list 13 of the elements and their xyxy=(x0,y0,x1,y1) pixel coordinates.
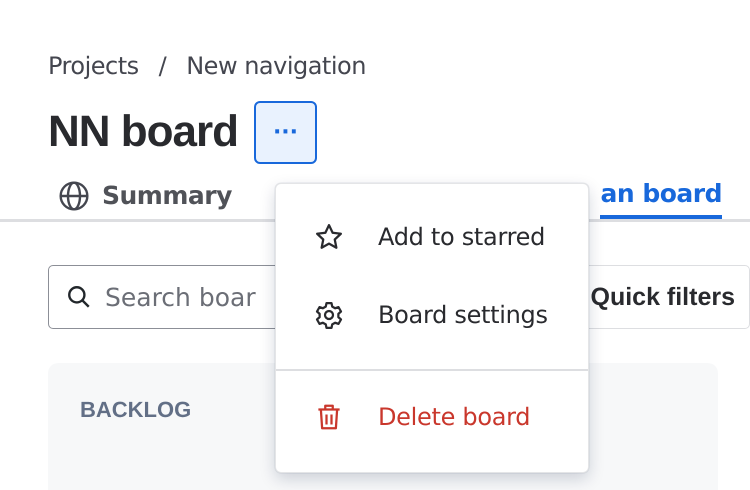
breadcrumb-link[interactable]: Projects xyxy=(48,52,139,80)
globe-icon xyxy=(58,180,90,212)
breadcrumb-separator: / xyxy=(158,52,166,80)
search-icon xyxy=(66,284,92,310)
breadcrumb-link[interactable]: New navigation xyxy=(186,52,366,80)
column-title: BACKLOG xyxy=(80,397,192,422)
tab[interactable]: an board xyxy=(600,172,722,219)
star-icon xyxy=(314,222,344,252)
board-title: NN board xyxy=(48,107,238,157)
settings-icon xyxy=(314,300,344,330)
more-button[interactable]: ··· xyxy=(254,100,317,164)
menu-item[interactable]: Delete board xyxy=(276,371,588,463)
tab[interactable]: Summary xyxy=(58,172,232,219)
